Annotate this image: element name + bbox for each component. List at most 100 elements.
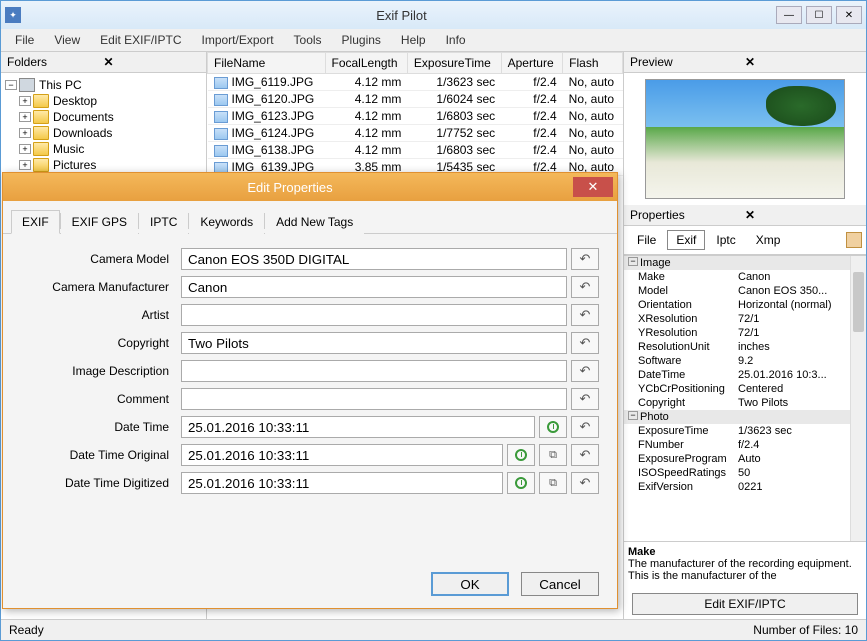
table-row[interactable]: IMG_6138.JPG4.12 mm1/6803 secf/2.4No, au… xyxy=(208,142,623,159)
date-time-original-input[interactable] xyxy=(181,444,503,466)
tree-toggle-icon[interactable]: + xyxy=(19,160,31,170)
folder-music[interactable]: +Music xyxy=(19,141,202,157)
folder-desktop[interactable]: +Desktop xyxy=(19,93,202,109)
prop-row[interactable]: CopyrightTwo Pilots xyxy=(624,396,866,410)
artist-input[interactable] xyxy=(181,304,567,326)
prop-row[interactable]: DateTime25.01.2016 10:3... xyxy=(624,368,866,382)
camera-manufacturer-input[interactable] xyxy=(181,276,567,298)
copy-button[interactable]: ⧉ xyxy=(539,444,567,466)
property-tree[interactable]: −ImageMakeCanonModelCanon EOS 350...Orie… xyxy=(624,255,866,541)
undo-button[interactable]: ↶ xyxy=(571,472,599,494)
undo-button[interactable]: ↶ xyxy=(571,248,599,270)
dialog-title: Edit Properties xyxy=(7,180,573,195)
table-row[interactable]: IMG_6119.JPG4.12 mm1/3623 secf/2.4No, au… xyxy=(208,74,623,91)
dtab-exif[interactable]: EXIF xyxy=(11,210,60,234)
dtab-add-new-tags[interactable]: Add New Tags xyxy=(265,210,364,234)
menu-editexifiptc[interactable]: Edit EXIF/IPTC xyxy=(92,31,189,49)
prop-row[interactable]: YResolution72/1 xyxy=(624,326,866,340)
folder-documents[interactable]: +Documents xyxy=(19,109,202,125)
minimize-button[interactable]: — xyxy=(776,6,802,24)
image-description-input[interactable] xyxy=(181,360,567,382)
camera-model-input[interactable] xyxy=(181,248,567,270)
undo-button[interactable]: ↶ xyxy=(571,360,599,382)
menu-file[interactable]: File xyxy=(7,31,42,49)
prop-row[interactable]: ExposureProgramAuto xyxy=(624,452,866,466)
prop-row[interactable]: FNumberf/2.4 xyxy=(624,438,866,452)
undo-button[interactable]: ↶ xyxy=(571,332,599,354)
undo-button[interactable]: ↶ xyxy=(571,276,599,298)
preview-close-icon[interactable]: ✕ xyxy=(745,55,860,69)
menu-view[interactable]: View xyxy=(46,31,88,49)
cancel-button[interactable]: Cancel xyxy=(521,572,599,596)
collapse-icon[interactable]: − xyxy=(628,257,638,266)
tree-toggle-icon[interactable]: + xyxy=(19,112,31,122)
prop-row[interactable]: XResolution72/1 xyxy=(624,312,866,326)
menu-plugins[interactable]: Plugins xyxy=(334,31,389,49)
comment-input[interactable] xyxy=(181,388,567,410)
prop-row[interactable]: ISOSpeedRatings50 xyxy=(624,466,866,480)
col-filename[interactable]: FileName xyxy=(208,53,326,74)
prop-row[interactable]: MakeCanon xyxy=(624,270,866,284)
prop-row[interactable]: Software9.2 xyxy=(624,354,866,368)
menu-tools[interactable]: Tools xyxy=(286,31,330,49)
close-button[interactable]: ✕ xyxy=(836,6,862,24)
dtab-keywords[interactable]: Keywords xyxy=(189,210,264,234)
tab-file[interactable]: File xyxy=(628,230,665,250)
menu-importexport[interactable]: Import/Export xyxy=(194,31,282,49)
table-row[interactable]: IMG_6124.JPG4.12 mm1/7752 secf/2.4No, au… xyxy=(208,125,623,142)
menu-help[interactable]: Help xyxy=(393,31,434,49)
field-label: Comment xyxy=(21,392,181,406)
col-aperture[interactable]: Aperture xyxy=(501,53,563,74)
prop-row[interactable]: YCbCrPositioningCentered xyxy=(624,382,866,396)
prop-group-image[interactable]: −Image xyxy=(624,256,866,270)
prop-group-photo[interactable]: −Photo xyxy=(624,410,866,424)
folders-close-icon[interactable]: ✕ xyxy=(104,55,201,69)
undo-button[interactable]: ↶ xyxy=(571,388,599,410)
dtab-iptc[interactable]: IPTC xyxy=(139,210,188,234)
ok-button[interactable]: OK xyxy=(431,572,509,596)
prop-row[interactable]: ResolutionUnitinches xyxy=(624,340,866,354)
folder-pictures[interactable]: +Pictures xyxy=(19,157,202,173)
col-exposuretime[interactable]: ExposureTime xyxy=(407,53,501,74)
col-flash[interactable]: Flash xyxy=(563,53,623,74)
prop-row[interactable]: ExposureTime1/3623 sec xyxy=(624,424,866,438)
date-time-input[interactable] xyxy=(181,416,535,438)
tab-exif[interactable]: Exif xyxy=(667,230,705,250)
tree-toggle-icon[interactable]: − xyxy=(5,80,17,90)
dtab-exif-gps[interactable]: EXIF GPS xyxy=(61,210,138,234)
tree-toggle-icon[interactable]: + xyxy=(19,96,31,106)
prop-row[interactable]: OrientationHorizontal (normal) xyxy=(624,298,866,312)
dialog-close-button[interactable]: ✕ xyxy=(573,177,613,197)
undo-button[interactable]: ↶ xyxy=(571,304,599,326)
undo-icon: ↶ xyxy=(580,363,591,379)
clock-button[interactable] xyxy=(507,472,535,494)
copyright-input[interactable] xyxy=(181,332,567,354)
date-time-digitized-input[interactable] xyxy=(181,472,503,494)
folder-downloads[interactable]: +Downloads xyxy=(19,125,202,141)
scrollbar[interactable] xyxy=(850,256,866,541)
tree-toggle-icon[interactable]: + xyxy=(19,144,31,154)
tab-xmp[interactable]: Xmp xyxy=(747,230,790,250)
menu-info[interactable]: Info xyxy=(438,31,474,49)
tab-iptc[interactable]: Iptc xyxy=(707,230,744,250)
dialog-title-bar[interactable]: Edit Properties ✕ xyxy=(3,173,617,201)
properties-options-icon[interactable] xyxy=(846,232,862,248)
clock-button[interactable] xyxy=(507,444,535,466)
tree-toggle-icon[interactable]: + xyxy=(19,128,31,138)
collapse-icon[interactable]: − xyxy=(628,411,638,420)
table-row[interactable]: IMG_6120.JPG4.12 mm1/6024 secf/2.4No, au… xyxy=(208,91,623,108)
tree-root-label[interactable]: This PC xyxy=(39,78,82,92)
copy-button[interactable]: ⧉ xyxy=(539,472,567,494)
field-row: Date Time↶ xyxy=(21,416,599,438)
prop-row[interactable]: ModelCanon EOS 350... xyxy=(624,284,866,298)
undo-button[interactable]: ↶ xyxy=(571,416,599,438)
properties-close-icon[interactable]: ✕ xyxy=(745,208,860,222)
edit-exif-button[interactable]: Edit EXIF/IPTC xyxy=(632,593,858,615)
table-row[interactable]: IMG_6123.JPG4.12 mm1/6803 secf/2.4No, au… xyxy=(208,108,623,125)
prop-row[interactable]: ExifVersion0221 xyxy=(624,480,866,494)
undo-button[interactable]: ↶ xyxy=(571,444,599,466)
col-focallength[interactable]: FocalLength xyxy=(325,53,407,74)
folder-icon xyxy=(33,110,49,124)
clock-button[interactable] xyxy=(539,416,567,438)
maximize-button[interactable]: ☐ xyxy=(806,6,832,24)
